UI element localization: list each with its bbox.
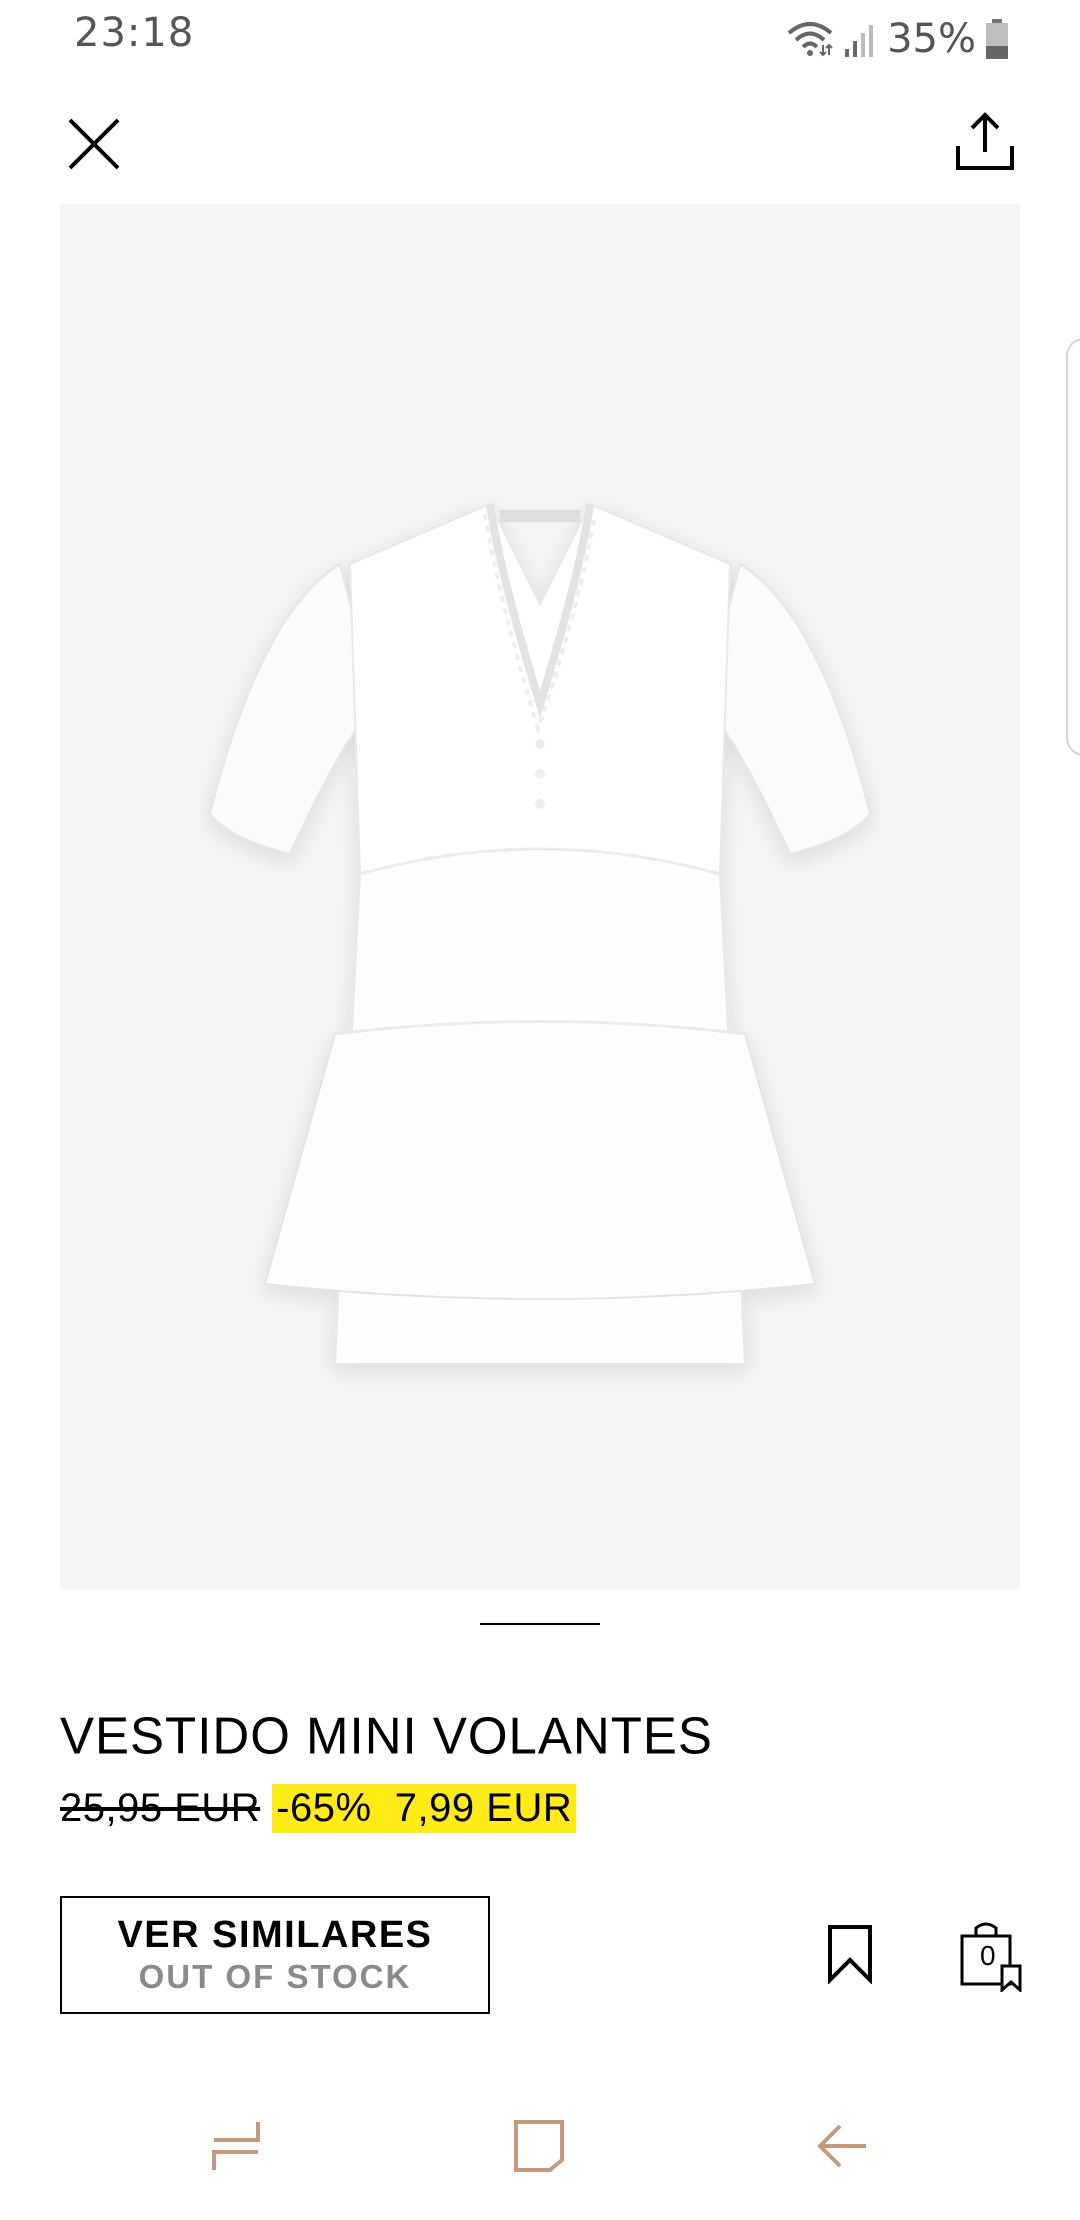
edge-panel-handle[interactable] <box>1066 338 1080 756</box>
see-similar-button[interactable]: VER SIMILARES OUT OF STOCK <box>60 1896 490 2014</box>
status-time: 23:18 <box>74 10 195 56</box>
battery-icon <box>986 19 1008 59</box>
product-image[interactable] <box>60 204 1020 1589</box>
bookmark-button[interactable] <box>826 1924 874 1985</box>
price-row: 25,95 EUR -65% 7,99 EUR <box>60 1784 577 1833</box>
battery-percent: 35% <box>887 16 976 62</box>
back-button[interactable] <box>814 2118 870 2174</box>
bag-count: 0 <box>980 1940 996 1971</box>
original-price: 25,95 EUR <box>60 1786 261 1830</box>
product-name: VESTIDO MINI VOLANTES <box>60 1706 713 1765</box>
close-icon <box>68 118 120 170</box>
recent-apps-button[interactable] <box>210 2118 262 2174</box>
bookmark-icon <box>828 1925 872 1985</box>
share-icon <box>956 112 1014 170</box>
status-bar: 23:18 35% <box>0 0 1080 76</box>
status-icons: 35% <box>785 14 1010 64</box>
dress-image <box>208 502 872 1365</box>
recent-apps-icon <box>212 2122 260 2170</box>
sale-price-highlight: -65% 7,99 EUR <box>272 1784 577 1833</box>
wifi-icon <box>787 22 833 57</box>
sale-price: 7,99 EUR <box>394 1786 573 1830</box>
image-scroll-indicator <box>480 1623 600 1625</box>
discount-percent: -65% <box>276 1786 372 1830</box>
see-similar-label: VER SIMILARES <box>117 1914 433 1956</box>
home-icon <box>514 2120 564 2172</box>
signal-icon <box>845 25 874 57</box>
shopping-bag-button[interactable]: 0 <box>958 1918 1024 1992</box>
home-button[interactable] <box>512 2118 566 2174</box>
back-icon <box>817 2124 866 2168</box>
close-button[interactable] <box>66 116 122 172</box>
share-button[interactable] <box>954 112 1016 174</box>
out-of-stock-label: OUT OF STOCK <box>138 1958 412 1995</box>
